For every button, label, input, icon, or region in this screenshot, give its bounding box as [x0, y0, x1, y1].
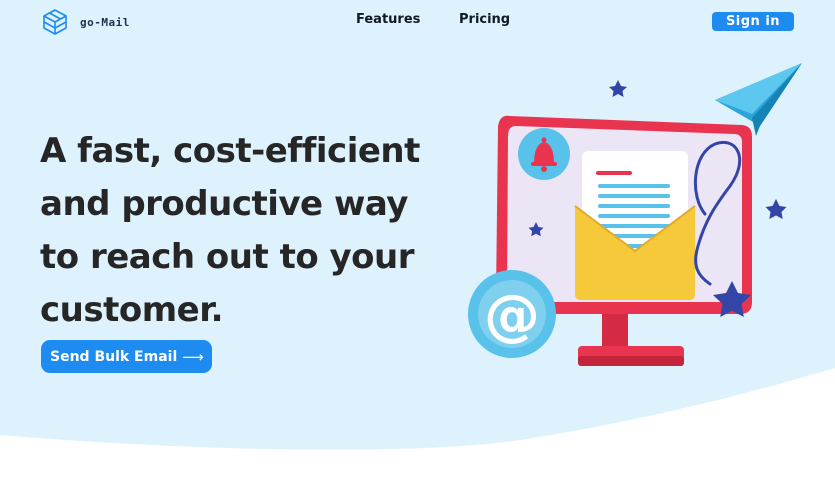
- cube-logo-icon: [43, 9, 67, 35]
- envelope-icon: [574, 151, 696, 300]
- headline-line-2: and productive way: [40, 184, 408, 224]
- bell-icon: [518, 128, 570, 180]
- at-symbol-text: @: [484, 283, 540, 348]
- sign-in-button[interactable]: Sign in: [712, 12, 794, 31]
- sign-in-label: Sign in: [725, 14, 781, 29]
- at-sign-icon: @: [468, 270, 556, 358]
- hero-headline: A fast, cost-efficient and productive wa…: [40, 125, 460, 337]
- headline-line-3: to reach out to your: [40, 237, 415, 277]
- headline-line-4: customer.: [40, 290, 224, 330]
- headline-line-1: A fast, cost-efficient: [40, 131, 420, 171]
- nav-link-features[interactable]: Features: [356, 12, 420, 27]
- cta-label: Send Bulk Email: [50, 348, 178, 365]
- hero-illustration: @: [468, 63, 802, 366]
- top-navbar: go-Mail Features Pricing Sign in: [0, 0, 835, 44]
- brand-logo[interactable]: go-Mail: [40, 7, 130, 37]
- nav-link-pricing[interactable]: Pricing: [459, 12, 510, 27]
- brand-name: go-Mail: [80, 15, 130, 29]
- send-bulk-email-button[interactable]: Send Bulk Email ⟶: [41, 340, 212, 373]
- arrow-right-icon: ⟶: [182, 347, 204, 366]
